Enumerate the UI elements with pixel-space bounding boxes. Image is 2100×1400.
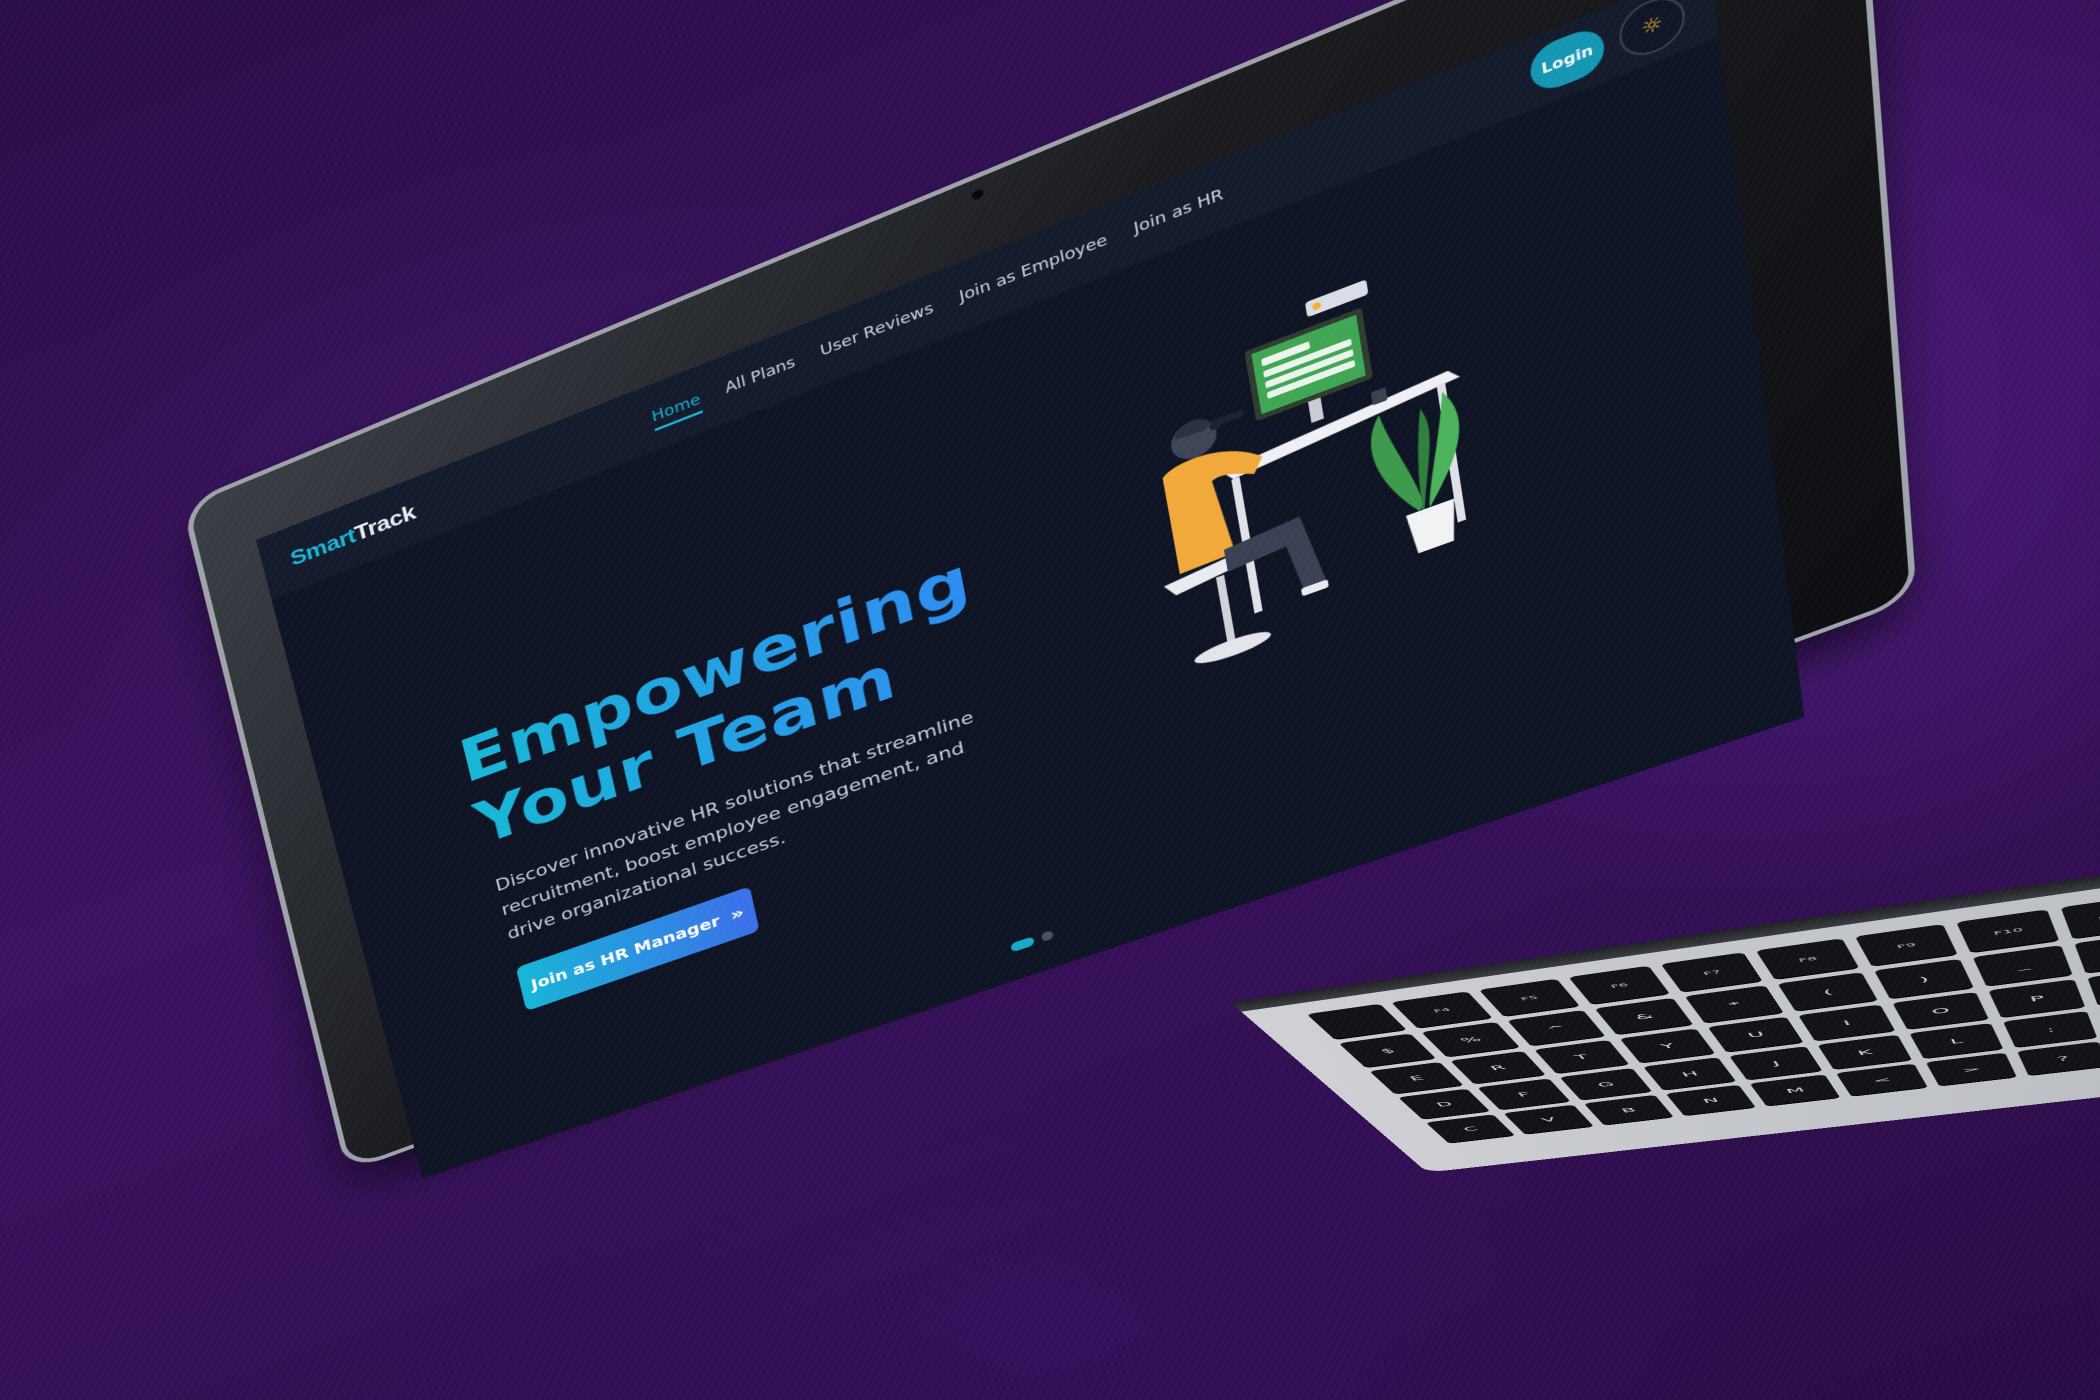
keyboard-key: F bbox=[1477, 1078, 1571, 1111]
keyboard-key: ^ bbox=[1506, 1010, 1606, 1047]
headset-boom-shape bbox=[1214, 409, 1245, 427]
logo-smart-text: Smart bbox=[287, 522, 358, 571]
carousel-dot-1[interactable] bbox=[1010, 936, 1035, 953]
keyboard-key: T bbox=[1533, 1039, 1630, 1075]
keyboard-key: % bbox=[1421, 1022, 1520, 1058]
keyboard-key: G bbox=[1559, 1068, 1653, 1101]
nav-link-home[interactable]: Home bbox=[649, 386, 704, 431]
chair-post-shape bbox=[1215, 574, 1237, 646]
keyboard-key: R bbox=[1450, 1051, 1546, 1085]
logo-track-text: Track bbox=[352, 499, 418, 546]
double-chevron-right-icon: » bbox=[728, 902, 746, 926]
photo-scene: F4F5F6F7F8F9F10F11F12⏻$%^&*()_+deleteERT… bbox=[0, 0, 2100, 1400]
login-button[interactable]: Login bbox=[1527, 22, 1608, 97]
person-working-at-desk-illustration bbox=[1161, 279, 1470, 669]
monitor-stand-shape bbox=[1308, 397, 1324, 424]
plant-leaf-shape bbox=[1366, 404, 1425, 524]
carousel-dot-2[interactable] bbox=[1040, 929, 1054, 943]
nav-link-all-plans[interactable]: All Plans bbox=[723, 349, 798, 402]
theme-toggle-button[interactable]: ☼ bbox=[1616, 0, 1688, 65]
sun-icon: ☼ bbox=[1639, 10, 1665, 42]
nav-link-join-as-hr[interactable]: Join as HR bbox=[1132, 181, 1226, 243]
keyboard-key: J bbox=[1729, 1046, 1823, 1081]
keyboard-key: & bbox=[1594, 997, 1694, 1036]
person-legs-shape bbox=[1223, 510, 1328, 617]
carousel-pagination bbox=[1010, 929, 1054, 953]
webcam bbox=[970, 187, 985, 202]
keyboard-key: H bbox=[1643, 1057, 1737, 1091]
